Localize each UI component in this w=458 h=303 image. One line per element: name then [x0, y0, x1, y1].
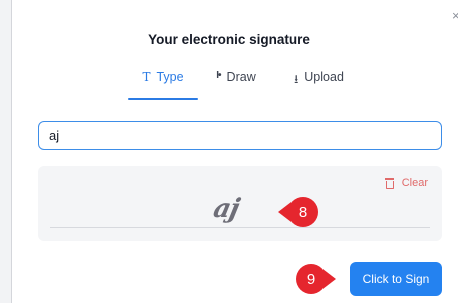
- text-type-icon: T: [142, 70, 151, 84]
- clear-button[interactable]: Clear: [384, 177, 428, 189]
- step-9-annotation: 9: [296, 264, 336, 294]
- tab-draw[interactable]: I• Draw: [206, 70, 266, 100]
- step-8-badge: 8: [288, 197, 318, 227]
- close-icon[interactable]: ×: [452, 9, 458, 22]
- signature-baseline: [50, 227, 430, 228]
- signature-text-input[interactable]: [38, 121, 442, 150]
- step-9-badge: 9: [296, 264, 326, 294]
- pen-draw-icon: I•: [216, 70, 221, 81]
- tab-draw-label: Draw: [226, 70, 256, 84]
- tab-upload[interactable]: ⭳ Upload: [282, 70, 356, 100]
- dialog-title: Your electronic signature: [148, 32, 310, 47]
- signature-preview-text: aj: [210, 194, 242, 224]
- step-8-annotation: 8: [278, 197, 318, 227]
- tab-type-label: Type: [156, 70, 184, 84]
- signature-preview-area: Clear aj: [38, 166, 442, 241]
- click-to-sign-button[interactable]: Click to Sign: [350, 262, 442, 296]
- tab-type[interactable]: T Type: [128, 70, 198, 100]
- trash-icon: [384, 178, 395, 189]
- signature-mode-tabs: T Type I• Draw ⭳ Upload: [0, 70, 458, 100]
- clear-label: Clear: [401, 177, 428, 189]
- upload-icon: ⭳: [294, 72, 299, 86]
- tab-upload-label: Upload: [304, 70, 344, 84]
